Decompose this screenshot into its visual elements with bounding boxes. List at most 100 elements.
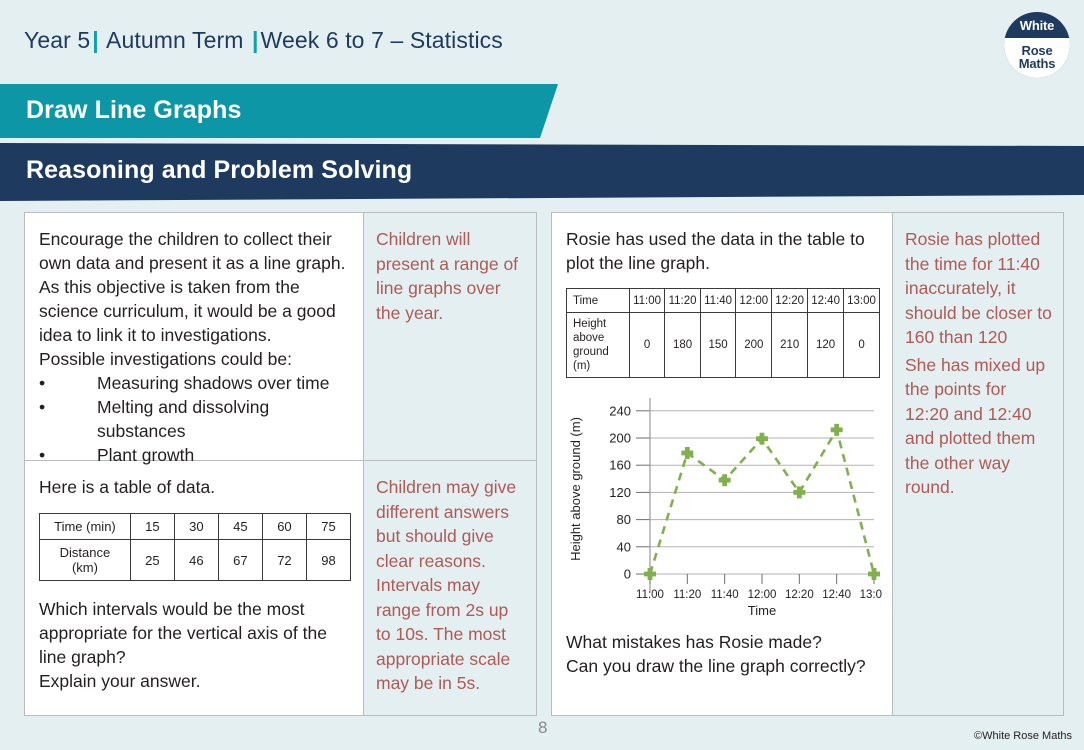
table-row: Distance (km) 25 46 67 72 98 (39, 539, 352, 581)
table-cell: 0 (628, 312, 666, 378)
table-cell: 12:40 (807, 288, 845, 313)
x-axis-tick-label: 12:00 (748, 589, 777, 601)
x-axis-tick-label: 13:00 (860, 589, 882, 601)
row-header: Height above ground (m) (566, 312, 630, 378)
section-banner: Reasoning and Problem Solving (0, 143, 1084, 201)
row-header: Distance (km) (39, 539, 131, 581)
list-item-label: Melting and dissolving substances (97, 397, 270, 441)
table-cell: 0 (843, 312, 880, 378)
table-cell: 60 (261, 513, 307, 540)
height-time-table: Time 11:00 11:20 11:40 12:00 12:20 12:40… (566, 288, 880, 378)
page-number: 8 (538, 718, 548, 737)
header-separator-1: | (92, 27, 99, 53)
header-breadcrumb: Year 5| Autumn Term |Week 6 to 7 – Stati… (24, 27, 503, 54)
table-cell: 30 (173, 513, 219, 540)
left-q1-bullet-list: • Measuring shadows over time • Melting … (39, 371, 351, 467)
topic-title: Draw Line Graphs (26, 96, 242, 124)
right-q-prompt-line1: What mistakes has Rosie made? (566, 632, 822, 652)
left-question-cell-top: Encourage the children to collect their … (25, 213, 363, 465)
table-cell: 45 (217, 513, 263, 540)
bullet-icon: • (39, 373, 46, 393)
list-item: • Melting and dissolving substances (39, 395, 351, 443)
list-item-label: Plant growth (97, 445, 195, 465)
x-axis-tick-label: 12:20 (785, 589, 814, 601)
data-point-marker (644, 568, 656, 580)
right-answer-cell: Rosie has plotted the time for 11:40 ina… (893, 213, 1063, 510)
left-q1-lead-in: Possible investigations could be: (39, 349, 292, 369)
header-year: Year 5 (24, 27, 91, 53)
topic-banner: Draw Line Graphs (0, 84, 558, 138)
list-item-label: Measuring shadows over time (97, 373, 330, 393)
slide-page: Year 5| Autumn Term |Week 6 to 7 – Stati… (0, 0, 1084, 750)
logo-bottom-text: Rose Maths (1004, 38, 1070, 78)
left-answer-cell-top: Children will present a range of line gr… (364, 213, 536, 461)
left-question-cell-bottom: Here is a table of data. Time (min) 15 3… (25, 461, 363, 703)
table-cell: 11:40 (699, 288, 737, 313)
y-axis-tick-label: 40 (617, 539, 631, 554)
table-cell: 12:00 (735, 288, 773, 313)
table-row: Height above ground (m) 0 180 150 200 21… (566, 312, 880, 378)
x-axis-tick-label: 11:20 (673, 589, 701, 601)
x-axis-label: Time (748, 603, 776, 618)
line-graph-svg: 0 40 80 120 160 200 240 11:00 11:20 11:40 12:00 12:… (568, 398, 882, 618)
left-answer-2: Children may give different answers but … (376, 477, 517, 693)
y-axis-tick-label: 200 (609, 431, 631, 446)
content-area: Encourage the children to collect their … (24, 212, 1064, 716)
right-question-column: Rosie has used the data in the table to … (552, 213, 892, 715)
distance-time-table: Time (min) 15 30 45 60 75 Distance (km) … (39, 513, 352, 581)
table-row: Time (min) 15 30 45 60 75 (39, 513, 352, 540)
logo-line-maths: Maths (1018, 56, 1056, 72)
bullet-icon: • (39, 445, 46, 465)
right-q-intro-line1: Rosie has used the data in the table to (566, 229, 865, 249)
header-week: Week 6 to 7 – Statistics (260, 27, 503, 53)
table-row: Time 11:00 11:20 11:40 12:00 12:20 12:40… (566, 288, 880, 313)
y-axis-tick-label: 160 (609, 458, 631, 473)
list-item: • Measuring shadows over time (39, 371, 351, 395)
left-q2-intro: Here is a table of data. (39, 477, 216, 497)
y-axis-label: Height above ground (m) (568, 417, 583, 561)
table-cell: 12:20 (771, 288, 809, 313)
row-header: Time (min) (39, 513, 131, 540)
data-point-marker (868, 568, 880, 580)
table-cell: 210 (771, 312, 809, 378)
right-answer-column: Rosie has plotted the time for 11:40 ina… (892, 213, 1063, 715)
table-cell: 15 (129, 513, 175, 540)
bullet-icon: • (39, 397, 46, 417)
table-cell: 46 (173, 539, 219, 581)
left-question-column: Encourage the children to collect their … (25, 213, 363, 715)
table-cell: 11:20 (664, 288, 701, 313)
left-answer-cell-bottom: Children may give different answers but … (364, 461, 536, 706)
y-axis-tick-label: 240 (609, 403, 631, 418)
left-q2-prompt-line3: line graph? (39, 647, 126, 667)
x-axis-tick-label: 11:40 (711, 589, 739, 601)
data-point-marker (756, 432, 768, 445)
y-axis-tick-label: 80 (617, 512, 631, 527)
right-panel: Rosie has used the data in the table to … (551, 212, 1064, 716)
y-axis-tick-label: 0 (624, 567, 631, 582)
left-q2-prompt-line2: appropriate for the vertical axis of the (39, 623, 327, 643)
copyright-notice: ©White Rose Maths (974, 730, 1072, 742)
right-q-prompt-line2: Can you draw the line graph correctly? (566, 656, 866, 676)
header-term: Autumn Term (106, 27, 244, 53)
table-cell: 72 (261, 539, 307, 581)
table-cell: 13:00 (843, 288, 880, 313)
left-panel: Encourage the children to collect their … (24, 212, 537, 716)
logo-top-text: White (1019, 17, 1055, 33)
left-q2-prompt-line1: Which intervals would be the most (39, 599, 305, 619)
right-answer-paragraph-1: Rosie has plotted the time for 11:40 ina… (905, 229, 1052, 347)
data-point-marker (718, 474, 731, 487)
left-answer-1: Children will present a range of line gr… (376, 229, 519, 323)
section-title: Reasoning and Problem Solving (26, 156, 413, 184)
table-cell: 98 (305, 539, 352, 581)
left-q2-prompt-line4: Explain your answer. (39, 671, 201, 691)
y-axis-tick-label: 120 (609, 485, 631, 500)
table-cell: 11:00 (628, 288, 666, 313)
table-cell: 150 (699, 312, 737, 378)
table-cell: 200 (735, 312, 773, 378)
white-rose-maths-logo: White Rose Maths (1004, 12, 1070, 78)
table-cell: 180 (664, 312, 701, 378)
table-cell: 25 (129, 539, 175, 581)
left-answer-column: Children will present a range of line gr… (363, 213, 536, 715)
right-answer-paragraph-2: She has mixed up the points for 12:20 an… (905, 354, 1046, 498)
data-point-marker (830, 423, 843, 436)
